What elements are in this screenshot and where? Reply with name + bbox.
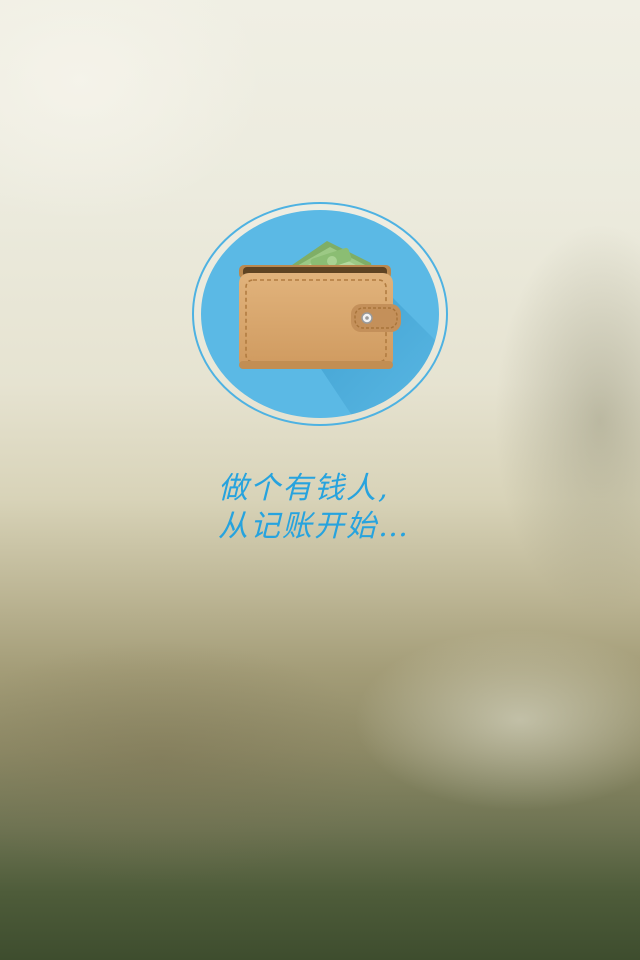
slogan: 做个有钱人, 从记账开始… <box>218 470 478 546</box>
slogan-line-2: 从记账开始… <box>218 509 410 544</box>
slogan-line-1: 做个有钱人, <box>218 471 390 506</box>
app-logo <box>191 201 449 429</box>
wallet-icon <box>192 202 448 426</box>
splash-screen: 做个有钱人, 从记账开始… <box>0 0 640 960</box>
